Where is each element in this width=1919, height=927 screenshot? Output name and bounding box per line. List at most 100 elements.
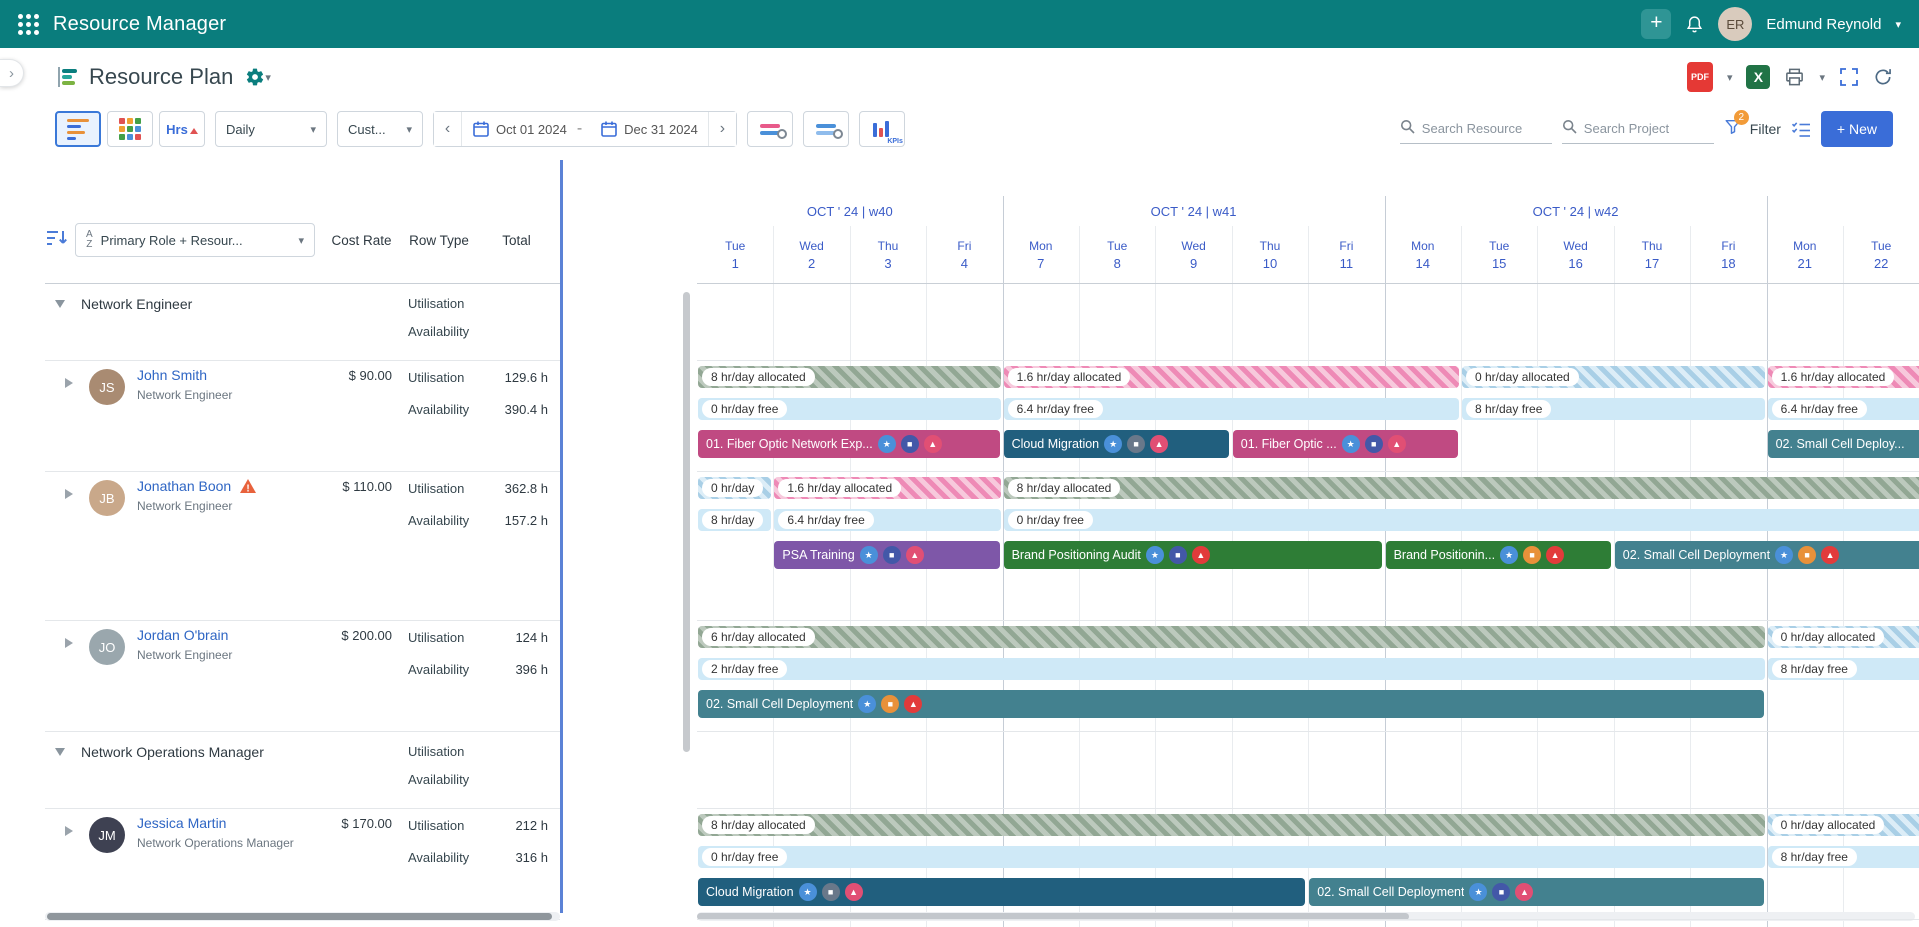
project-bar[interactable]: Brand Positioning Audit★■▲ (1004, 541, 1382, 569)
availability-bar[interactable]: 2 hr/day free (698, 658, 1765, 680)
panel-splitter[interactable] (560, 160, 563, 913)
availability-bar[interactable]: 6.4 hr/day free (1768, 398, 1919, 420)
date-to[interactable]: Dec 31 2024 (624, 122, 708, 137)
refresh-icon[interactable] (1873, 67, 1893, 87)
availability-bar[interactable]: 0 hr/day free (698, 398, 1001, 420)
availability-bar[interactable]: 0 hr/day free (698, 846, 1765, 868)
project-bar[interactable]: 02. Small Cell Deploy... (1768, 430, 1919, 458)
group-by-select[interactable]: AZ Primary Role + Resour... ▾ (75, 223, 315, 257)
view-heatmap-button[interactable] (107, 111, 153, 147)
search-project-input[interactable] (1584, 121, 1714, 136)
availability-bar[interactable]: 8 hr/day free (1768, 846, 1919, 868)
day-name: Tue (725, 239, 745, 253)
allocation-bar[interactable]: 0 hr/day allocated (1768, 814, 1919, 836)
resource-name-link[interactable]: John Smith (137, 367, 207, 383)
saved-filters-icon[interactable] (1791, 121, 1811, 137)
project-bar[interactable]: 02. Small Cell Deployment★■▲ (698, 690, 1764, 718)
date-from[interactable]: Oct 01 2024 (496, 122, 577, 137)
row-settings-button[interactable] (747, 111, 793, 147)
column-settings-button[interactable] (803, 111, 849, 147)
collapse-arrow-icon[interactable] (55, 300, 65, 308)
calendar-icon[interactable] (600, 120, 618, 138)
group-name: Network Operations Manager (81, 744, 264, 760)
project-bar-label: Cloud Migration (706, 885, 794, 899)
allocation-bar[interactable]: 8 hr/day allocated (698, 814, 1765, 836)
search-resource-input[interactable] (1422, 121, 1552, 136)
calendar-icon[interactable] (472, 120, 490, 138)
project-bar-label: 02. Small Cell Deployment (1317, 885, 1464, 899)
allocation-bar[interactable]: 1.6 hr/day allocated (774, 477, 1000, 499)
star-icon: ★ (1469, 883, 1487, 901)
collapse-panel-tab[interactable]: › (0, 59, 24, 87)
project-bar[interactable]: Cloud Migration★■▲ (698, 878, 1305, 906)
kpis-button[interactable]: KPIs (859, 111, 905, 147)
collapse-arrow-icon[interactable] (55, 748, 65, 756)
expand-arrow-icon[interactable] (65, 378, 73, 388)
allocation-bar[interactable]: 1.6 hr/day allocated (1768, 366, 1919, 388)
day-name: Wed (1181, 239, 1205, 253)
granularity-select[interactable]: Daily▾ (215, 111, 327, 147)
project-bar[interactable]: 02. Small Cell Deployment★■▲ (1615, 541, 1919, 569)
project-bar[interactable]: 01. Fiber Optic Network Exp...★■▲ (698, 430, 1000, 458)
project-bar[interactable]: PSA Training★■▲ (774, 541, 999, 569)
bar-label: 0 hr/day free (702, 848, 787, 866)
availability-bar[interactable]: 8 hr/day free (1462, 398, 1765, 420)
project-bar[interactable]: 01. Fiber Optic ...★■▲ (1233, 430, 1458, 458)
expand-arrow-icon[interactable] (65, 489, 73, 499)
allocation-bar[interactable]: 1.6 hr/day allocated (1004, 366, 1459, 388)
allocation-bar[interactable]: 0 hr/day (698, 477, 771, 499)
export-pdf-icon[interactable]: PDF (1687, 62, 1713, 92)
expand-arrow-icon[interactable] (65, 826, 73, 836)
view-allocation-button[interactable] (55, 111, 101, 147)
next-period-button[interactable]: › (708, 112, 736, 146)
project-bar[interactable]: 02. Small Cell Deployment★■▲ (1309, 878, 1763, 906)
day-header: Tue1 (697, 226, 773, 284)
project-bar[interactable]: Cloud Migration★■▲ (1004, 430, 1229, 458)
range-preset-select[interactable]: Cust...▾ (337, 111, 423, 147)
settings-gear-icon[interactable] (245, 67, 265, 87)
user-avatar[interactable]: ER (1718, 7, 1752, 41)
pdf-options-chevron-icon[interactable]: ▾ (1727, 71, 1733, 84)
export-excel-icon[interactable]: X (1746, 65, 1770, 89)
grid-horizontal-scrollbar[interactable] (45, 912, 560, 921)
allocation-bar[interactable]: 8 hr/day allocated (698, 366, 1001, 388)
availability-bar[interactable]: 0 hr/day free (1004, 509, 1919, 531)
view-hours-button[interactable]: Hrs (159, 111, 205, 147)
vertical-scrollbar[interactable] (683, 292, 690, 752)
expand-arrow-icon[interactable] (65, 638, 73, 648)
apps-grid-icon[interactable] (18, 14, 39, 35)
user-menu-chevron-icon[interactable]: ▾ (1895, 18, 1901, 31)
search-project (1562, 114, 1714, 144)
row-type-label: Availability (408, 400, 488, 420)
date-range-control: ‹ Oct 01 2024 - Dec 31 2024 › (433, 111, 737, 147)
allocation-bar[interactable]: 8 hr/day allocated (1004, 477, 1919, 499)
resource-name-link[interactable]: Jessica Martin (137, 815, 226, 831)
timeline-week-header: OCT ' 24 | w40OCT ' 24 | w41OCT ' 24 | w… (697, 196, 1919, 226)
allocation-bar[interactable]: 0 hr/day allocated (1462, 366, 1765, 388)
cost-rate-value: $ 90.00 (325, 368, 392, 383)
scrollbar-thumb[interactable] (47, 913, 552, 920)
sort-icon[interactable] (45, 228, 69, 248)
triangle-icon: ▲ (1192, 546, 1210, 564)
print-options-chevron-icon[interactable]: ▾ (1819, 71, 1825, 84)
notifications-bell-icon[interactable] (1685, 14, 1704, 34)
allocation-bar[interactable]: 0 hr/day allocated (1768, 626, 1919, 648)
availability-bar[interactable]: 6.4 hr/day free (774, 509, 1000, 531)
resource-name-link[interactable]: Jonathan Boon (137, 478, 231, 494)
prev-period-button[interactable]: ‹ (434, 112, 462, 146)
resource-plan-icon (55, 64, 81, 90)
availability-bar[interactable]: 8 hr/day free (1768, 658, 1919, 680)
project-bar[interactable]: Brand Positionin...★■▲ (1386, 541, 1611, 569)
utilisation-total: 212 h (480, 816, 548, 836)
new-button[interactable]: + New (1821, 111, 1893, 147)
allocation-bar[interactable]: 6 hr/day allocated (698, 626, 1765, 648)
fullscreen-icon[interactable] (1839, 67, 1859, 87)
availability-bar[interactable]: 8 hr/day (698, 509, 771, 531)
resource-name-link[interactable]: Jordan O'brain (137, 627, 228, 643)
print-icon[interactable] (1784, 67, 1805, 87)
availability-bar[interactable]: 6.4 hr/day free (1004, 398, 1459, 420)
filter-control[interactable]: 2 Filter (1724, 118, 1781, 141)
day-header: Mon14 (1385, 226, 1461, 284)
settings-chevron-icon[interactable]: ▾ (265, 71, 271, 84)
quick-add-button[interactable]: + (1641, 9, 1671, 39)
